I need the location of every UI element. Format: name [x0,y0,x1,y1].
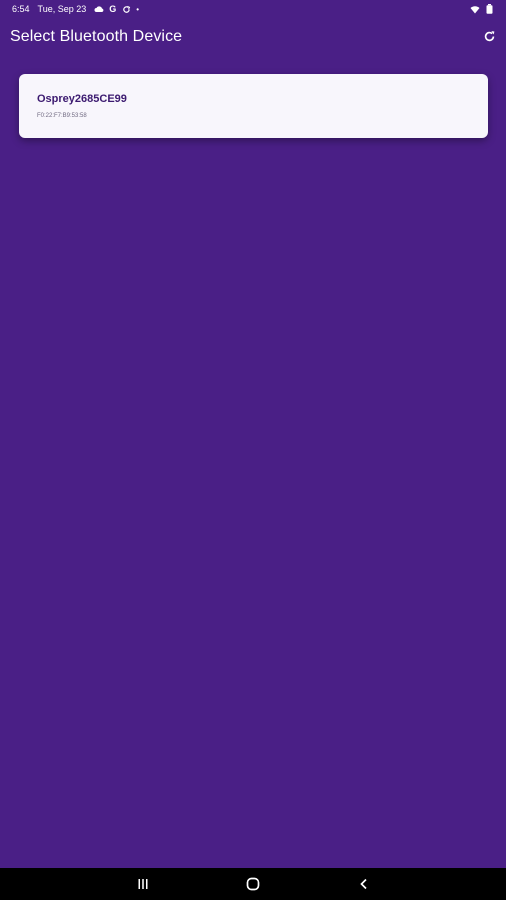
home-icon [246,877,260,891]
status-bar: 6:54 Tue, Sep 23 G • [0,0,506,18]
status-right [470,4,506,14]
status-left: 6:54 Tue, Sep 23 G • [0,4,139,14]
refresh-button[interactable] [480,27,498,45]
refresh-icon [483,30,496,43]
status-time: 6:54 [12,4,30,14]
screen: 6:54 Tue, Sep 23 G • Select Bluetooth De… [0,0,506,900]
back-icon [358,878,370,890]
page-title: Select Bluetooth Device [10,28,183,45]
navigation-bar [0,868,506,900]
wifi-icon [470,4,480,14]
device-address: F0:22:F7:B9:53:58 [37,113,87,119]
back-button[interactable] [356,876,372,892]
dot-icon: • [136,4,140,14]
device-name: Osprey2685CE99 [37,93,127,105]
sync-icon [121,4,131,14]
battery-icon [484,4,494,14]
recents-button[interactable] [135,876,151,892]
app-bar: Select Bluetooth Device [0,20,506,54]
device-list-item[interactable]: Osprey2685CE99 F0:22:F7:B9:53:58 [19,74,488,138]
cloud-icon [94,4,104,14]
status-date: Tue, Sep 23 [37,4,87,14]
home-button[interactable] [245,876,261,892]
recents-icon [137,878,149,890]
google-icon: G [109,4,117,14]
